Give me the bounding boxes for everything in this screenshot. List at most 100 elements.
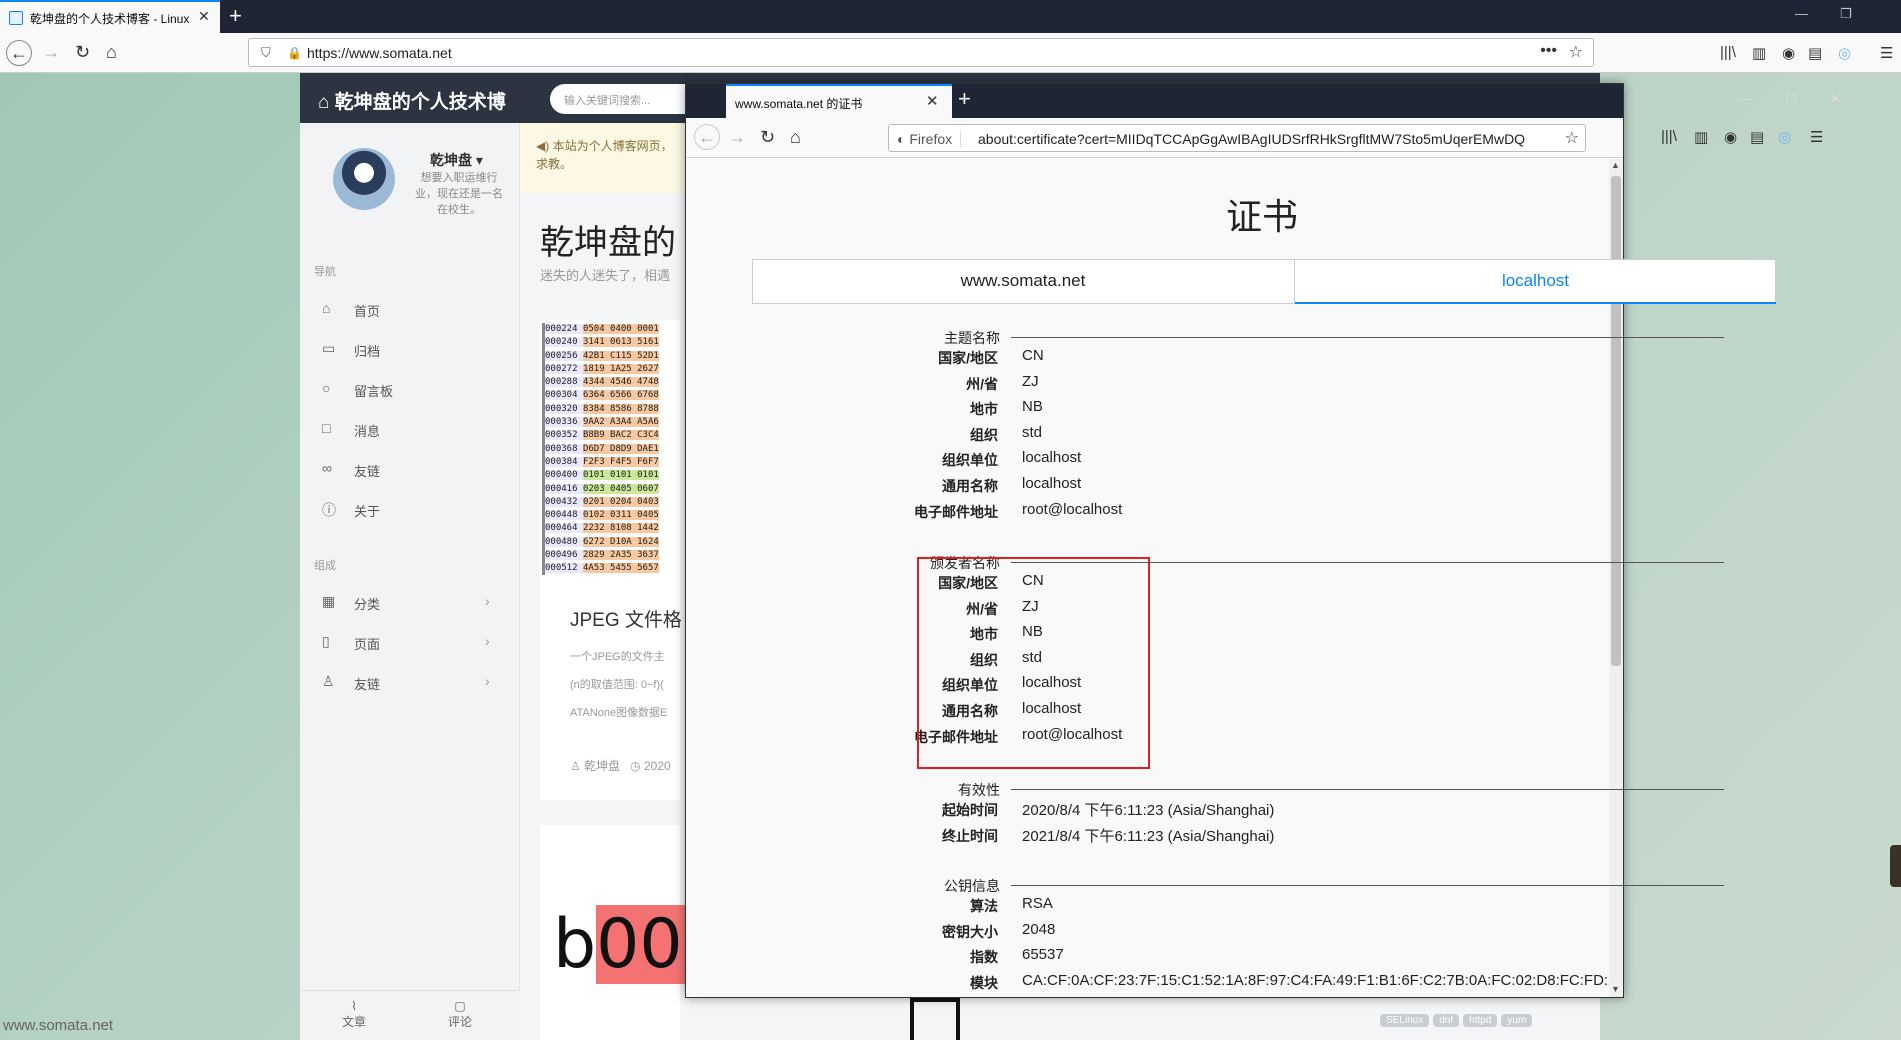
scrollbar-thumb[interactable] xyxy=(1611,176,1621,666)
library-icon[interactable]: |||\ xyxy=(1720,44,1736,61)
hex-bytes: 8384 8586 8788 xyxy=(582,403,659,414)
hex-bytes: 6272 D10A 1624 xyxy=(582,536,659,547)
browser-tab[interactable]: 乾坤盘的个人技术博客 - Linux ✕ xyxy=(0,0,220,33)
field-value: ZJ xyxy=(1022,372,1039,390)
tab-www-somata-net[interactable]: www.somata.net xyxy=(752,259,1295,304)
pubkey-section-title: 公钥信息 xyxy=(944,878,1000,894)
hex-row: 000432 0201 0204 0403 xyxy=(545,496,680,509)
account-icon[interactable]: ◉ xyxy=(1724,128,1737,146)
hex-row: 000368 D6D7 D8D9 DAE1 xyxy=(545,443,680,456)
extension-icon[interactable]: ◎ xyxy=(1778,128,1791,146)
sidebar-item-archive[interactable]: 归档 xyxy=(354,341,380,360)
chevron-right-icon[interactable]: › xyxy=(485,593,490,609)
post-author[interactable]: 乾坤盘 xyxy=(584,759,620,773)
grid-icon: ▦ xyxy=(322,593,336,609)
sidebar-icon[interactable]: ▥ xyxy=(1694,128,1708,146)
sidebar-item-guestbook[interactable]: 留言板 xyxy=(354,381,393,400)
watermark: www.somata.net xyxy=(3,1017,114,1034)
reload-icon[interactable]: ↻ xyxy=(760,127,775,148)
maximize-icon[interactable]: ☐ xyxy=(1785,91,1797,107)
firefox-identity[interactable]: ◐ Firefox xyxy=(897,131,962,147)
close-icon[interactable]: ✕ xyxy=(1830,91,1841,107)
tag[interactable]: yum xyxy=(1501,1014,1533,1027)
sidebar-item-pages[interactable]: 页面 xyxy=(354,634,380,653)
tag[interactable]: httpd xyxy=(1463,1014,1498,1027)
scroll-down-icon[interactable]: ▼ xyxy=(1611,984,1620,994)
page-actions-icon[interactable]: ••• xyxy=(1540,42,1557,60)
bookmark-star-icon[interactable]: ☆ xyxy=(1569,42,1583,62)
tab-close-icon[interactable]: ✕ xyxy=(198,8,210,25)
post-date: 2020 xyxy=(643,759,671,773)
author-icon: ♙ xyxy=(570,759,581,773)
popup-address-bar[interactable]: ◐ Firefox about:certificate?cert=MIIDqTC… xyxy=(888,124,1586,152)
menu-icon[interactable]: ☰ xyxy=(1810,128,1823,146)
new-tab-button[interactable]: + xyxy=(958,86,971,112)
lock-icon[interactable]: 🔒 xyxy=(287,46,302,60)
sidebar-icon[interactable]: ▥ xyxy=(1752,44,1766,62)
tag[interactable]: SELinux xyxy=(1380,1014,1430,1027)
sidebar-footer-articles[interactable]: ⌇ 文章 xyxy=(342,999,366,1030)
avatar[interactable] xyxy=(333,148,395,210)
sidebar-item-home[interactable]: 首页 xyxy=(354,301,380,320)
tag[interactable]: dnf xyxy=(1433,1014,1460,1027)
post-excerpt-line: ATANone图像数据E xyxy=(570,707,668,719)
hex-row: 000496 2829 2A35 3637 xyxy=(545,549,680,562)
tab-localhost[interactable]: localhost xyxy=(1295,259,1776,304)
sidebar-item-categories[interactable]: 分类 xyxy=(354,594,380,613)
popup-url-text[interactable]: about:certificate?cert=MIIDqTCCApGgAwIBA… xyxy=(978,131,1558,147)
site-title[interactable]: 乾坤盘的个人技术博 xyxy=(335,92,506,113)
minimize-icon[interactable]: — xyxy=(1740,91,1753,106)
field-value: CA:CF:0A:CF:23:7F:15:C1:52:1A:8F:97:C4:F… xyxy=(1022,971,1609,989)
group-section-label: 组成 xyxy=(314,560,336,572)
restore-icon[interactable]: ❐ xyxy=(1840,6,1852,22)
hex-row: 000448 0102 0311 0405 xyxy=(545,509,680,522)
post-title[interactable]: JPEG 文件格 xyxy=(570,605,682,632)
container-icon[interactable]: ▤ xyxy=(1808,44,1822,62)
field-label: 组织单位 xyxy=(942,452,998,469)
extension-icon[interactable]: ◎ xyxy=(1838,44,1851,62)
sidebar-item-friends[interactable]: 友链 xyxy=(354,461,380,480)
chevron-right-icon[interactable]: › xyxy=(485,673,490,689)
container-icon[interactable]: ▤ xyxy=(1750,128,1764,146)
hex-bytes: 0203 0405 0607 xyxy=(582,483,659,494)
hex-row: 000272 1819 1A25 2627 xyxy=(545,363,680,376)
subject-section-title: 主题名称 xyxy=(944,330,1000,346)
minimize-icon[interactable]: — xyxy=(1795,6,1808,21)
shield-icon[interactable]: ⛉ xyxy=(261,45,271,61)
sidebar-footer-comments[interactable]: ▢ 评论 xyxy=(448,999,472,1030)
home-icon[interactable]: ⌂ xyxy=(318,92,335,113)
home-icon: ⌂ xyxy=(322,300,331,316)
hex-offset: 000496 xyxy=(545,550,583,561)
close-icon[interactable]: ✕ xyxy=(926,92,939,110)
scroll-up-icon[interactable]: ▲ xyxy=(1611,160,1620,170)
account-icon[interactable]: ◉ xyxy=(1782,44,1795,62)
home-icon[interactable]: ⌂ xyxy=(790,127,801,148)
sidebar-item-about[interactable]: 关于 xyxy=(354,501,380,520)
menu-icon[interactable]: ☰ xyxy=(1880,44,1893,62)
url-text[interactable]: https://www.somata.net xyxy=(307,45,452,61)
back-icon[interactable]: ← xyxy=(694,124,720,150)
side-widget[interactable] xyxy=(1890,845,1901,887)
new-tab-button[interactable]: + xyxy=(229,3,242,29)
back-icon[interactable]: ← xyxy=(6,40,32,66)
forward-icon[interactable]: → xyxy=(728,127,746,148)
sidebar-item-links[interactable]: 友链 xyxy=(354,674,380,693)
user-name[interactable]: 乾坤盘 ▾ xyxy=(430,150,483,170)
address-bar[interactable]: ⛉ 🔒 https://www.somata.net ••• ☆ xyxy=(248,38,1594,67)
hex-bytes: 4344 4546 4748 xyxy=(582,377,659,388)
hex-bytes: 3141 0613 5161 xyxy=(582,337,659,348)
reload-icon[interactable]: ↻ xyxy=(75,42,90,63)
post-thumbnail[interactable]: 000224 0504 0400 0001 000240 3141 0613 51… xyxy=(542,323,680,575)
popup-tab[interactable]: www.somata.net 的证书 ✕ xyxy=(726,84,952,118)
post-meta: ♙ 乾坤盘 ◷ 2020 xyxy=(570,757,671,774)
sidebar-item-messages[interactable]: 消息 xyxy=(354,421,380,440)
field-label: 模块 xyxy=(970,974,998,991)
bookmark-star-icon[interactable]: ☆ xyxy=(1565,128,1579,148)
forward-icon[interactable]: → xyxy=(42,42,60,63)
hex-bytes: 9AA2 A3A4 A5A6 xyxy=(582,417,659,428)
blog-header: ⌂ 乾坤盘的个人技术博 xyxy=(300,73,520,123)
library-icon[interactable]: |||\ xyxy=(1661,128,1677,145)
home-icon[interactable]: ⌂ xyxy=(106,42,117,63)
chevron-right-icon[interactable]: › xyxy=(485,633,490,649)
search-input[interactable]: 输入关键词搜索... xyxy=(550,84,700,114)
